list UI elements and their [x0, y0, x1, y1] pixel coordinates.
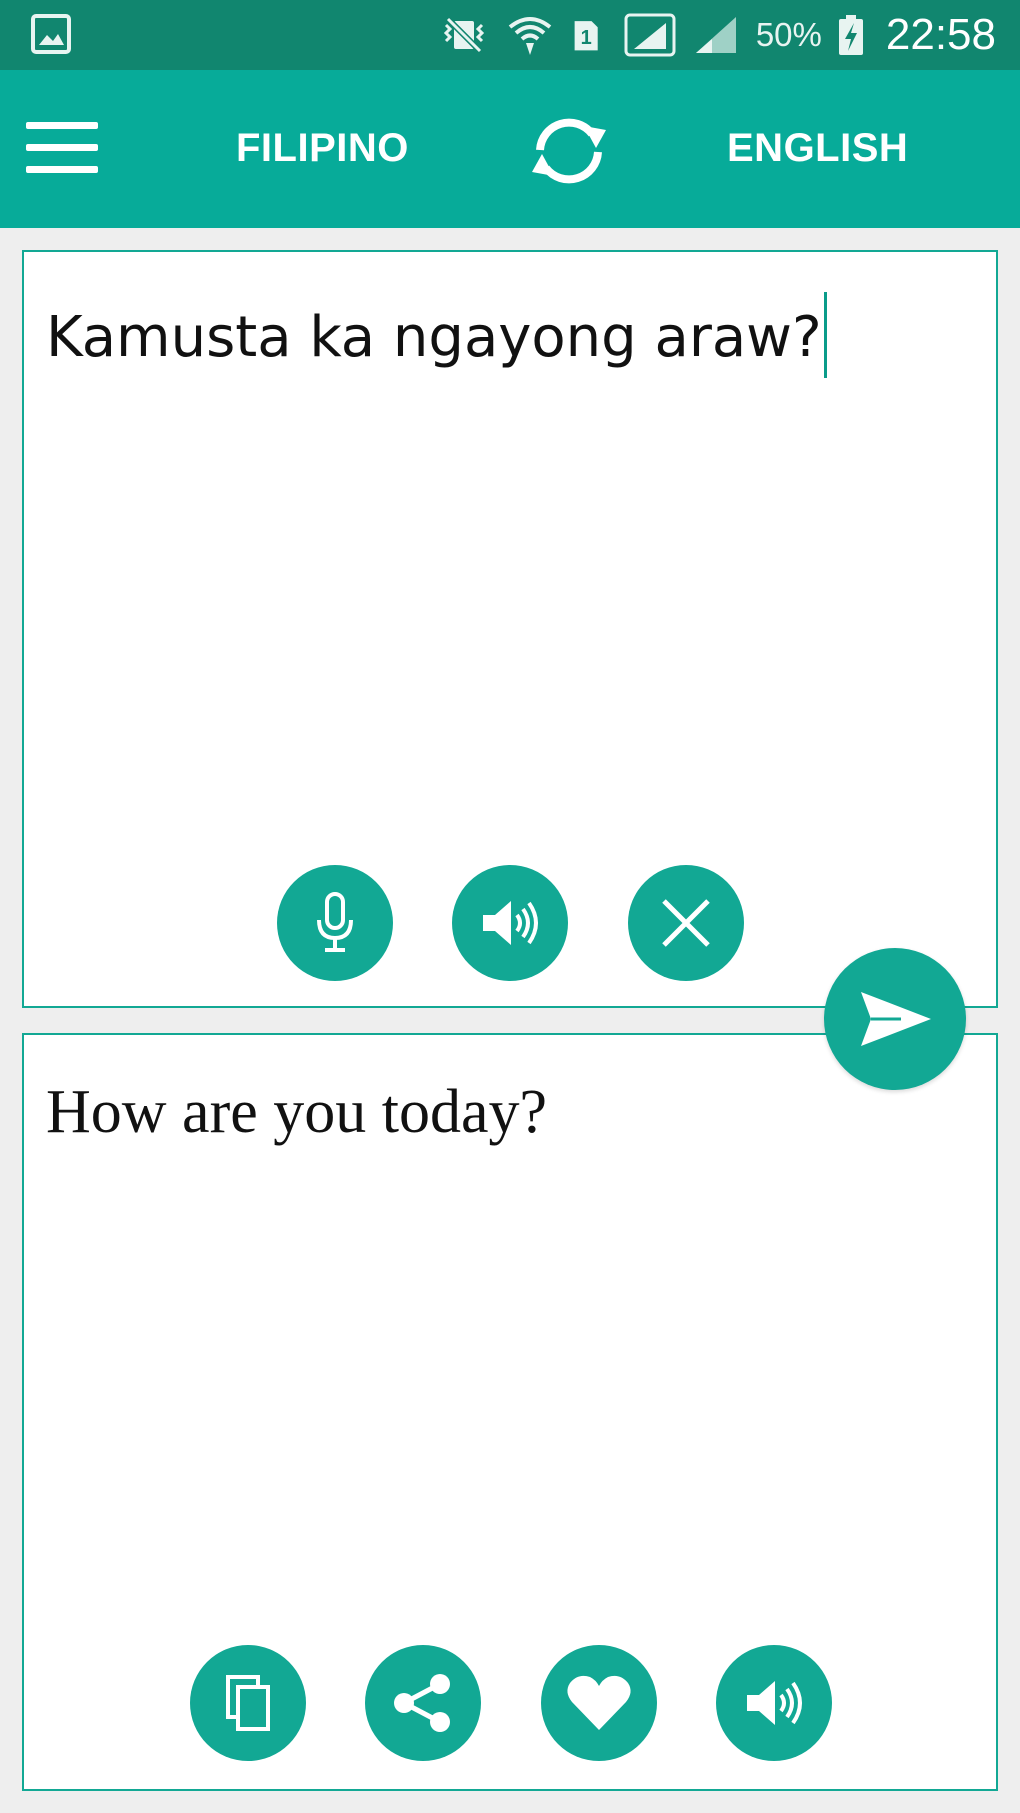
battery-charging-icon [838, 15, 863, 55]
input-text: Kamusta ka ngayong araw? [46, 305, 822, 370]
source-language-selector[interactable]: FILIPINO [236, 126, 409, 171]
share-icon [394, 1674, 450, 1732]
status-icons: 1 50% 22:58 [438, 8, 996, 62]
battery-percent: 50% [755, 16, 822, 53]
speak-input-button[interactable] [452, 865, 568, 981]
send-icon [861, 992, 931, 1046]
wifi-icon [508, 17, 552, 55]
speak-translation-button[interactable] [716, 1645, 832, 1761]
clear-button[interactable] [628, 865, 744, 981]
svg-text:1: 1 [580, 27, 591, 49]
microphone-button[interactable] [277, 865, 393, 981]
clear-icon [662, 899, 710, 947]
status-bar: 1 50% 22:58 [0, 0, 1020, 70]
gallery-icon [31, 14, 71, 54]
input-text-field[interactable]: Kamusta ka ngayong araw? [46, 292, 827, 378]
translate-button[interactable] [824, 948, 966, 1090]
translation-text: How are you today? [46, 1078, 547, 1146]
vibrate-icon [443, 16, 484, 54]
speaker-icon [483, 901, 538, 945]
copy-icon [226, 1675, 270, 1731]
signal-icon [695, 17, 736, 53]
microphone-icon [317, 892, 353, 952]
text-cursor [823, 292, 827, 378]
heart-icon [567, 1675, 631, 1730]
app-toolbar: FILIPINO ENGLISH [0, 70, 1020, 228]
hamburger-menu-icon[interactable] [26, 122, 98, 174]
output-panel: How are you today? [22, 1033, 998, 1791]
target-language-selector[interactable]: ENGLISH [727, 126, 908, 171]
speaker-icon [747, 1681, 802, 1725]
input-panel: Kamusta ka ngayong araw? [22, 250, 998, 1008]
copy-button[interactable] [190, 1645, 306, 1761]
clock: 22:58 [885, 10, 996, 59]
share-button[interactable] [365, 1645, 481, 1761]
sim1-icon: 1 [574, 21, 598, 51]
swap-refresh-icon[interactable] [520, 106, 618, 196]
signal-icon [624, 13, 676, 57]
favorite-button[interactable] [541, 1645, 657, 1761]
